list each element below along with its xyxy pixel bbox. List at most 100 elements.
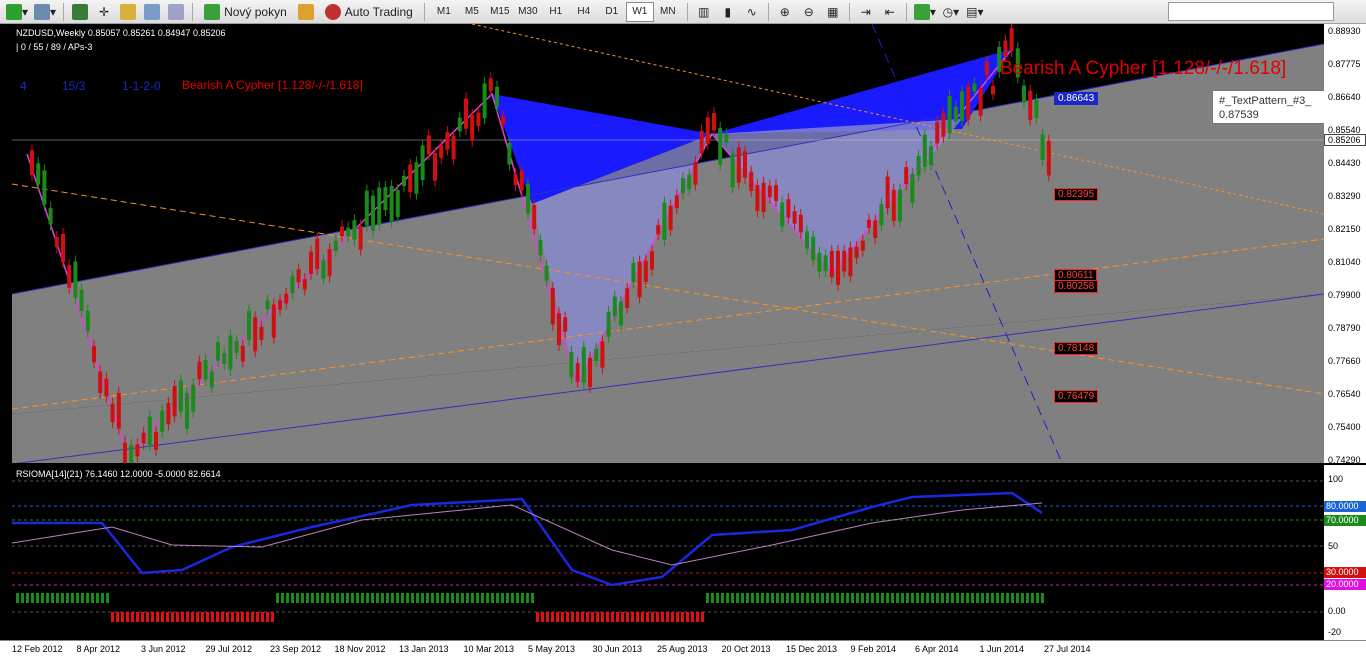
histogram-bar [356,593,359,603]
histogram-bar [811,593,814,603]
histogram-bar [671,612,674,622]
histogram-bar [896,593,899,603]
candle-body [92,345,96,363]
candle-body [966,86,971,120]
histogram-bar [756,593,759,603]
candle-body [42,170,47,205]
candle-body [73,261,78,298]
profiles-icon[interactable]: ▾ [32,2,58,22]
tf-h1-button[interactable]: H1 [542,2,570,22]
price-axis-label: 0.76540 [1328,389,1361,399]
histogram-bar [541,612,544,622]
search-input[interactable] [1168,2,1334,21]
tf-m30-button[interactable]: M30 [514,2,542,22]
candle-body [538,240,543,256]
histogram-bar [216,612,219,622]
candle-body [736,147,741,183]
auto-scroll-icon[interactable]: ⇥ [855,2,877,22]
candle-body [439,144,444,158]
main-chart[interactable]: NZDUSD,Weekly 0.85057 0.85261 0.84947 0.… [12,24,1324,463]
date-axis-label: 30 Jun 2013 [592,644,643,654]
histogram-bar [1031,593,1034,603]
candle-body [594,348,599,361]
histogram-bar [591,612,594,622]
new-chart-icon[interactable]: ▾ [4,2,30,22]
tf-d1-button[interactable]: D1 [598,2,626,22]
candle-body [619,301,623,326]
rsioma-subwindow[interactable]: RSIOMA[14](21) 76.1460 12.0000 -5.0000 8… [12,465,1324,640]
price-axis-label: 0.77660 [1328,356,1361,366]
periods-icon[interactable]: ◷▾ [940,2,962,22]
candle-body [54,236,59,248]
candle-body [408,164,413,193]
histogram-bar [881,593,884,603]
metaeditor-icon[interactable] [295,2,317,22]
zoom-in-icon[interactable]: ⊕ [774,2,796,22]
histogram-bar [36,593,39,603]
histogram-bar [306,593,309,603]
zoom-out-icon[interactable]: ⊖ [798,2,820,22]
histogram-bar [941,593,944,603]
crosshair-icon[interactable]: ✛ [93,2,115,22]
candle-body [271,304,276,338]
tester-icon[interactable] [165,2,187,22]
tf-w1-button[interactable]: W1 [625,1,654,22]
histogram-bar [726,593,729,603]
histogram-bar [396,593,399,603]
candle-body [1022,85,1026,103]
histogram-bar [331,593,334,603]
histogram-bar [451,593,454,603]
histogram-bar [701,612,704,622]
market-watch-icon[interactable] [69,2,91,22]
histogram-bar [81,593,84,603]
templates-icon[interactable]: ▤▾ [964,2,986,22]
candle-body [916,155,921,176]
candle-body [197,361,202,380]
navigator-icon[interactable] [117,2,139,22]
line-chart-icon[interactable]: ∿ [741,2,763,22]
histogram-bar [766,593,769,603]
histogram-bar [786,593,789,603]
text-pattern-tooltip: #_TextPattern_#3_ 0.87539 [1212,90,1324,124]
indicators-icon[interactable]: ▾ [912,2,938,22]
histogram-bar [826,593,829,603]
histogram-bar [646,612,649,622]
histogram-bar [981,593,984,603]
indicator-info: | 0 / 55 / 89 / APs-3 [16,42,93,52]
candle-body [829,250,834,278]
histogram-bar [126,612,129,622]
histogram-bar [656,612,659,622]
tf-m5-button[interactable]: M5 [458,2,486,22]
bar-chart-icon[interactable]: ▥ [693,2,715,22]
histogram-bar [791,593,794,603]
terminal-icon[interactable] [141,2,163,22]
histogram-bar [201,612,204,622]
histogram-bar [886,593,889,603]
tf-h4-button[interactable]: H4 [570,2,598,22]
tf-m1-button[interactable]: M1 [430,2,458,22]
histogram-bar [996,593,999,603]
tile-windows-icon[interactable]: ▦ [822,2,844,22]
histogram-bar [56,593,59,603]
candle-chart-icon[interactable]: ▮ [717,2,739,22]
new-order-button[interactable]: Nový pokyn [198,2,293,22]
histogram-bar [1011,593,1014,603]
histogram-bar [571,612,574,622]
candle-body [643,260,648,282]
candle-body [247,310,251,340]
histogram-bar [371,593,374,603]
histogram-bar [406,593,409,603]
histogram-bar [536,612,539,622]
tf-m15-button[interactable]: M15 [486,2,514,22]
auto-trading-button[interactable]: Auto Trading [319,2,419,22]
chart-shift-icon[interactable]: ⇤ [879,2,901,22]
level-box: 70.0000 [1324,515,1366,526]
histogram-bar [421,593,424,603]
histogram-bar [966,593,969,603]
histogram-bar [931,593,934,603]
candle-body [972,83,977,92]
tf-mn-button[interactable]: MN [654,2,682,22]
candle-body [501,115,506,125]
histogram-bar [776,593,779,603]
candle-body [185,392,189,429]
